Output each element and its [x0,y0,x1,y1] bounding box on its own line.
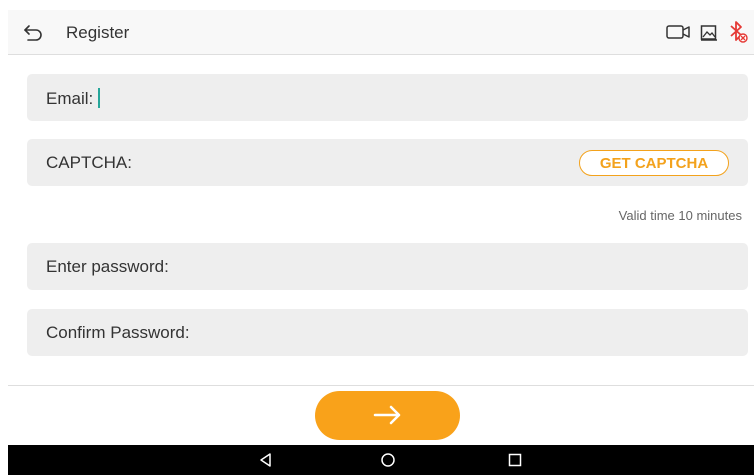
divider [8,385,754,386]
email-label: Email: [46,88,101,109]
captcha-field[interactable]: CAPTCHA: GET CAPTCHA [27,139,748,186]
arrow-right-icon [373,405,401,425]
nav-home-icon[interactable] [380,452,396,468]
nav-recents-icon[interactable] [507,452,523,468]
captcha-label: CAPTCHA: [46,153,132,172]
top-app-bar: Register [8,10,754,55]
toolbar-icons [666,20,748,44]
system-nav-bar [8,445,754,475]
confirm-password-field[interactable]: Confirm Password: [27,309,748,356]
text-caret [98,88,101,108]
valid-time-text: Valid time 10 minutes [618,208,742,223]
nav-back-icon[interactable] [258,452,274,468]
get-captcha-button[interactable]: GET CAPTCHA [579,150,729,176]
password-label: Enter password: [46,257,169,276]
page-title: Register [66,23,130,42]
next-button[interactable] [315,391,460,440]
email-field[interactable]: Email: [27,74,748,121]
back-arrow-icon[interactable] [22,21,44,43]
video-camera-icon[interactable] [666,23,690,41]
bluetooth-off-icon[interactable] [728,20,748,44]
password-field[interactable]: Enter password: [27,243,748,290]
image-icon[interactable] [700,23,718,41]
confirm-password-label: Confirm Password: [46,323,190,342]
